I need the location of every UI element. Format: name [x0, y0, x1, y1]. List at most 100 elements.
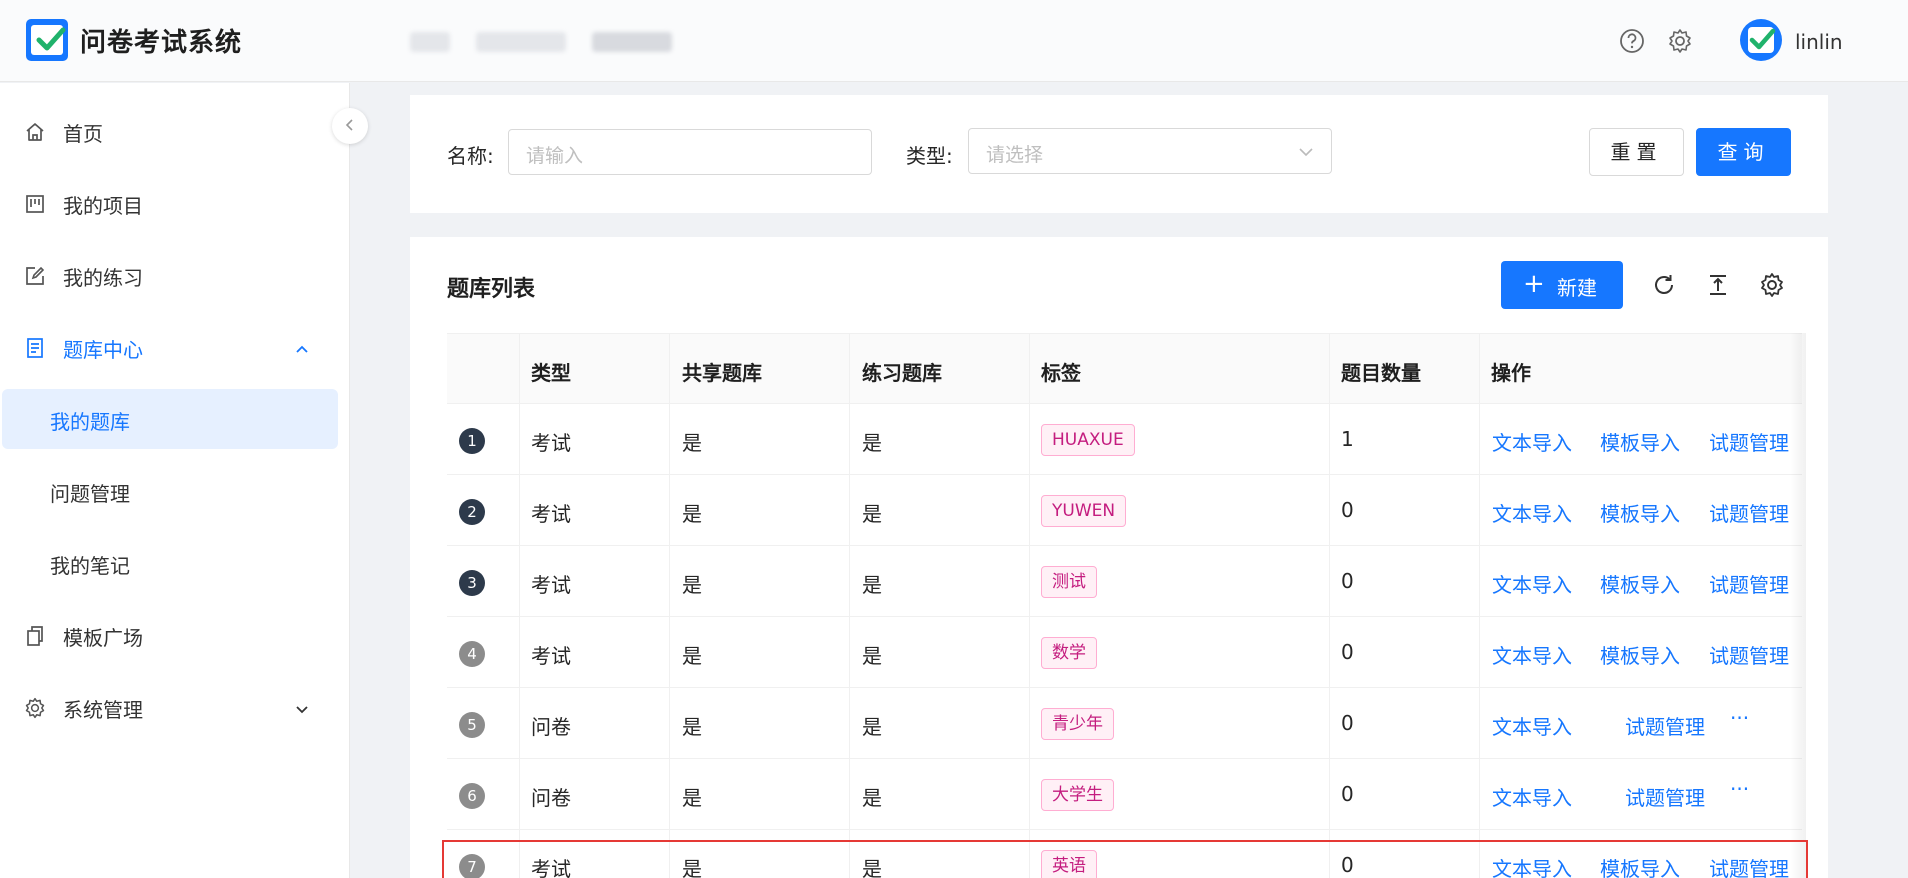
table-row: 2 考试 是 是 YUWEN 0 文本导入 模板导入 试题管理: [447, 475, 1802, 546]
gear-icon[interactable]: [1667, 28, 1693, 54]
tag-badge: 测试: [1041, 566, 1097, 598]
avatar[interactable]: [1740, 19, 1782, 61]
type-select[interactable]: 请选择: [968, 128, 1332, 174]
sidebar-item-projects[interactable]: 我的项目: [0, 173, 350, 233]
template-import-link[interactable]: 模板导入: [1600, 427, 1680, 456]
shared-cell: 是: [682, 786, 702, 810]
practice-cell: 是: [862, 644, 882, 668]
settings-icon[interactable]: [1759, 272, 1785, 298]
name-input[interactable]: 请输入: [508, 129, 872, 175]
book-icon: [24, 337, 46, 359]
shared-cell: 是: [682, 502, 702, 526]
tag-badge: 数学: [1041, 637, 1097, 669]
sidebar-item-label: 首页: [63, 122, 103, 146]
text-import-link[interactable]: 文本导入: [1492, 569, 1572, 598]
chevron-down-icon: [1297, 143, 1315, 166]
question-management-link[interactable]: 试题管理: [1625, 782, 1705, 811]
template-import-link[interactable]: 模板导入: [1600, 853, 1680, 878]
sidebar-item-system[interactable]: 系统管理: [0, 677, 350, 737]
sidebar-item-label: 题库中心: [63, 338, 143, 362]
sidebar-subitem-notes[interactable]: 我的笔记: [2, 533, 338, 593]
username[interactable]: linlin: [1795, 30, 1843, 54]
chevron-up-icon: [294, 338, 310, 362]
text-import-link[interactable]: 文本导入: [1492, 640, 1572, 669]
edit-icon: [24, 265, 46, 287]
tag-badge: 英语: [1041, 850, 1097, 878]
more-actions-icon[interactable]: ···: [1730, 706, 1749, 730]
type-cell: 问卷: [531, 715, 571, 739]
top-header: 问卷考试系统 linlin: [0, 0, 1908, 82]
list-title: 题库列表: [447, 277, 536, 302]
sidebar-item-practice[interactable]: 我的练习: [0, 245, 350, 305]
reset-button[interactable]: 重置: [1589, 128, 1684, 176]
count-cell: 0: [1341, 640, 1354, 664]
count-cell: 0: [1341, 498, 1354, 522]
sidebar-item-home[interactable]: 首页: [0, 101, 350, 161]
type-cell: 考试: [531, 502, 571, 526]
type-cell: 考试: [531, 857, 571, 878]
table-row: 1 考试 是 是 HUAXUE 1 文本导入 模板导入 试题管理: [447, 404, 1802, 475]
table-row: 5 问卷 是 是 青少年 0 文本导入 试题管理 ···: [447, 688, 1802, 759]
row-index-badge: 1: [459, 428, 485, 454]
sidebar-item-templates[interactable]: 模板广场: [0, 605, 350, 665]
column-header: 标签: [1041, 361, 1081, 385]
count-cell: 1: [1341, 427, 1354, 451]
new-button[interactable]: + 新建: [1501, 261, 1623, 309]
table-row: 3 考试 是 是 测试 0 文本导入 模板导入 试题管理: [447, 546, 1802, 617]
sidebar-subitem-label: 我的题库: [50, 410, 130, 434]
app-title: 问卷考试系统: [80, 28, 243, 58]
row-index-badge: 4: [459, 641, 485, 667]
text-import-link[interactable]: 文本导入: [1492, 427, 1572, 456]
type-cell: 问卷: [531, 786, 571, 810]
practice-cell: 是: [862, 502, 882, 526]
collapse-sidebar-button[interactable]: [332, 108, 368, 144]
sidebar-subitem-question-management[interactable]: 问题管理: [2, 461, 338, 521]
refresh-icon[interactable]: [1651, 272, 1677, 298]
question-management-link[interactable]: 试题管理: [1709, 498, 1789, 527]
project-icon: [24, 193, 46, 215]
text-import-link[interactable]: 文本导入: [1492, 711, 1572, 740]
sidebar-item-label: 我的项目: [63, 194, 143, 218]
chevron-down-icon: [294, 698, 310, 722]
copy-icon: [24, 625, 46, 647]
type-label: 类型:: [906, 144, 953, 168]
question-bank-list: 题库列表 + 新建 类型 共享题库 练习题库 标签 题目数量 操作 1 考试 是…: [410, 237, 1828, 878]
row-index-badge: 6: [459, 783, 485, 809]
practice-cell: 是: [862, 431, 882, 455]
search-panel: 名称: 请输入 类型: 请选择 重置 查询: [410, 95, 1828, 213]
question-management-link[interactable]: 试题管理: [1709, 853, 1789, 878]
table-row: 7 考试 是 是 英语 0 文本导入 模板导入 试题管理: [447, 830, 1802, 878]
column-header: 共享题库: [682, 361, 762, 385]
table-scroll-shadow: [1790, 333, 1806, 878]
template-import-link[interactable]: 模板导入: [1600, 569, 1680, 598]
count-cell: 0: [1341, 782, 1354, 806]
query-button[interactable]: 查询: [1696, 128, 1791, 176]
app-logo: [26, 19, 68, 61]
tag-badge: HUAXUE: [1041, 424, 1135, 456]
sidebar-item-question-bank-center[interactable]: 题库中心: [0, 317, 350, 377]
question-circle-icon[interactable]: [1619, 28, 1645, 54]
sidebar-item-label: 模板广场: [63, 626, 143, 650]
count-cell: 0: [1341, 569, 1354, 593]
text-import-link[interactable]: 文本导入: [1492, 782, 1572, 811]
practice-cell: 是: [862, 786, 882, 810]
sidebar-subitem-my-bank[interactable]: 我的题库: [2, 389, 338, 449]
count-cell: 0: [1341, 853, 1354, 877]
question-management-link[interactable]: 试题管理: [1709, 569, 1789, 598]
practice-cell: 是: [862, 857, 882, 878]
text-import-link[interactable]: 文本导入: [1492, 498, 1572, 527]
template-import-link[interactable]: 模板导入: [1600, 498, 1680, 527]
shared-cell: 是: [682, 431, 702, 455]
column-header: 题目数量: [1341, 361, 1421, 385]
tag-badge: 大学生: [1041, 779, 1114, 811]
shared-cell: 是: [682, 715, 702, 739]
question-management-link[interactable]: 试题管理: [1709, 427, 1789, 456]
tag-badge: 青少年: [1041, 708, 1114, 740]
row-index-badge: 2: [459, 499, 485, 525]
question-management-link[interactable]: 试题管理: [1709, 640, 1789, 669]
question-management-link[interactable]: 试题管理: [1625, 711, 1705, 740]
more-actions-icon[interactable]: ···: [1730, 777, 1749, 801]
column-height-icon[interactable]: [1705, 272, 1731, 298]
template-import-link[interactable]: 模板导入: [1600, 640, 1680, 669]
text-import-link[interactable]: 文本导入: [1492, 853, 1572, 878]
